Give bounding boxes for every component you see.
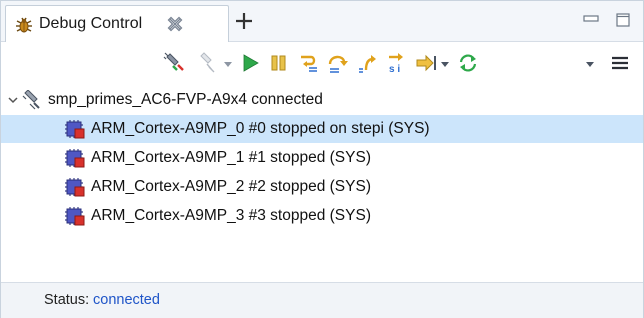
- debug-control-view: Debug Control s i smp_primes_AC6-FVP-A9x…: [0, 0, 644, 318]
- core-label: ARM_Cortex-A9MP_2 #2 stopped (SYS): [91, 178, 371, 195]
- refresh-sync-icon[interactable]: [457, 52, 479, 74]
- chevron-down-icon[interactable]: [7, 94, 19, 106]
- maximize-icon[interactable]: [616, 13, 630, 27]
- dropdown-arrow-icon[interactable]: [440, 56, 450, 67]
- debug-toolbar: s i: [1, 42, 643, 84]
- dropdown-arrow-icon[interactable]: [223, 56, 233, 67]
- disconnect-target-icon[interactable]: [196, 52, 218, 74]
- core-label: ARM_Cortex-A9MP_3 #3 stopped (SYS): [91, 207, 371, 224]
- minimize-icon[interactable]: [583, 15, 599, 25]
- tree-row-core-3[interactable]: ARM_Cortex-A9MP_3 #3 stopped (SYS): [1, 202, 643, 230]
- cpu-core-stopped-icon: [64, 177, 86, 197]
- step-instruction-icon[interactable]: s i: [385, 52, 407, 74]
- cpu-core-stopped-icon: [64, 119, 86, 139]
- connection-label: smp_primes_AC6-FVP-A9x4 connected: [48, 91, 323, 108]
- tab-title: Debug Control: [39, 15, 143, 32]
- tree-row-core-2[interactable]: ARM_Cortex-A9MP_2 #2 stopped (SYS): [1, 173, 643, 201]
- cpu-core-stopped-icon: [64, 206, 86, 226]
- target-connection-icon: [21, 90, 43, 110]
- run-to-cursor-icon[interactable]: [415, 52, 437, 74]
- tree-row-core-1[interactable]: ARM_Cortex-A9MP_1 #1 stopped (SYS): [1, 144, 643, 172]
- status-value: connected: [93, 292, 160, 308]
- cpu-core-stopped-icon: [64, 148, 86, 168]
- svg-text:s i: s i: [389, 64, 400, 74]
- view-menu-icon[interactable]: [609, 52, 631, 74]
- dropdown-arrow-icon[interactable]: [585, 56, 595, 67]
- connect-target-icon[interactable]: [163, 52, 185, 74]
- tree-row-core-0[interactable]: ARM_Cortex-A9MP_0 #0 stopped on stepi (S…: [1, 115, 643, 143]
- core-label: ARM_Cortex-A9MP_1 #1 stopped (SYS): [91, 149, 371, 166]
- tab-debug-control[interactable]: Debug Control: [5, 5, 229, 42]
- step-over-icon[interactable]: [327, 52, 349, 74]
- plus-icon[interactable]: [235, 12, 253, 30]
- interrupt-pause-icon[interactable]: [268, 52, 290, 74]
- view-tab-bar: Debug Control: [1, 1, 643, 42]
- debug-bug-icon: [14, 15, 34, 35]
- step-source-line-icon[interactable]: [298, 52, 320, 74]
- step-out-icon[interactable]: [356, 52, 378, 74]
- continue-run-icon[interactable]: [239, 52, 261, 74]
- status-bar: Status: connected: [1, 282, 643, 318]
- connection-row[interactable]: smp_primes_AC6-FVP-A9x4 connected: [1, 86, 643, 114]
- core-label: ARM_Cortex-A9MP_0 #0 stopped on stepi (S…: [91, 120, 430, 137]
- status-label: Status:: [44, 292, 90, 308]
- close-icon[interactable]: [166, 15, 184, 33]
